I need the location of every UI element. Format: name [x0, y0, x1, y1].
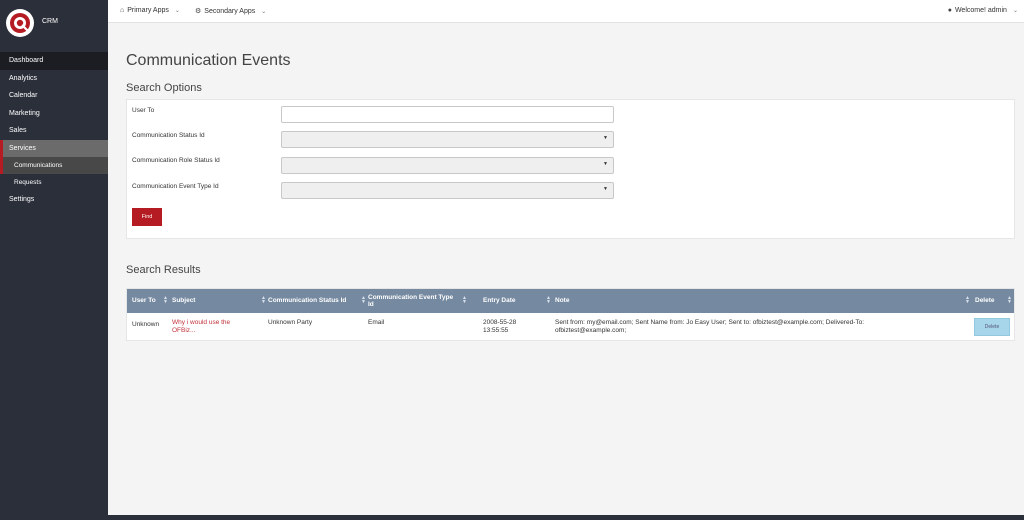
communication-event-type-id-select[interactable]: ▼	[281, 182, 614, 199]
sidebar: CRM Dashboard Analytics Calendar Marketi…	[0, 0, 108, 520]
brand[interactable]: CRM	[0, 0, 108, 46]
sidebar-nav: Dashboard Analytics Calendar Marketing S…	[0, 52, 108, 209]
communication-event-type-id-label: Communication Event Type Id	[132, 183, 219, 190]
column-header-entry-date[interactable]: Entry Date ▲ ▼	[483, 289, 553, 313]
column-header-label: Note	[555, 297, 570, 305]
sort-icon: ▲ ▼	[1007, 295, 1012, 305]
column-header-label: Communication Event Type Id	[368, 293, 454, 309]
delete-button[interactable]: Delete	[974, 318, 1010, 336]
sidebar-item-services[interactable]: Services	[0, 139, 108, 157]
column-header-note[interactable]: Note ▲ ▼	[555, 289, 972, 313]
page-title: Communication Events	[126, 52, 291, 69]
primary-apps-label: Primary Apps	[127, 7, 169, 14]
search-options-panel: User To Communication Status Id ▼ Commun…	[126, 99, 1015, 239]
sort-icon: ▲ ▼	[965, 295, 970, 305]
secondary-apps-menu[interactable]: ⚙ Secondary Apps ⌄	[195, 7, 267, 16]
communication-status-id-label: Communication Status Id	[132, 132, 205, 139]
sort-icon: ▲ ▼	[361, 295, 366, 305]
sidebar-item-marketing[interactable]: Marketing	[0, 105, 108, 123]
sidebar-subitem-requests[interactable]: Requests	[0, 174, 108, 191]
caret-down-icon: ▼	[603, 186, 608, 192]
top-bar: ⌂ Primary Apps ⌄ ⚙ Secondary Apps ⌄ ● We…	[108, 0, 1024, 23]
sidebar-item-settings[interactable]: Settings	[0, 191, 108, 209]
chevron-down-icon: ⌄	[174, 8, 180, 14]
cell-status: Unknown Party	[268, 319, 313, 326]
column-header-user-to[interactable]: User To ▲ ▼	[132, 289, 170, 313]
sort-icon: ▲ ▼	[462, 295, 467, 305]
home-icon: ⌂	[120, 7, 125, 14]
sort-icon: ▲ ▼	[163, 295, 168, 305]
table-header: User To ▲ ▼ Subject ▲ ▼ Communication Stat…	[127, 289, 1014, 313]
cell-entry-date: 2008-55-28 13:55:55	[483, 319, 517, 334]
sidebar-item-calendar[interactable]: Calendar	[0, 87, 108, 105]
primary-apps-menu[interactable]: ⌂ Primary Apps ⌄	[120, 7, 180, 14]
chevron-down-icon: ⌄	[261, 8, 267, 15]
user-to-input[interactable]	[281, 106, 614, 123]
column-header-subject[interactable]: Subject ▲ ▼	[172, 289, 268, 313]
column-header-label: Delete	[975, 297, 995, 305]
communication-role-status-id-select[interactable]: ▼	[281, 157, 614, 174]
column-header-label: Entry Date	[483, 297, 516, 305]
column-header-delete[interactable]: Delete ▲ ▼	[975, 289, 1014, 313]
gear-icon: ⚙	[195, 8, 202, 15]
sidebar-item-sales[interactable]: Sales	[0, 122, 108, 140]
column-header-communication-status-id[interactable]: Communication Status Id ▲ ▼	[268, 289, 368, 313]
column-header-label: Subject	[172, 297, 196, 305]
chevron-down-icon: ⌄	[1012, 8, 1018, 14]
communication-status-id-select[interactable]: ▼	[281, 131, 614, 148]
cell-event-type: Email	[368, 319, 385, 326]
search-results-table: User To ▲ ▼ Subject ▲ ▼ Communication Stat…	[126, 288, 1015, 341]
crm-logo-icon	[6, 9, 34, 37]
sort-icon: ▲ ▼	[261, 295, 266, 305]
footer-bar	[108, 515, 1024, 520]
sidebar-item-dashboard[interactable]: Dashboard	[0, 52, 108, 70]
find-button[interactable]: Find	[132, 208, 162, 226]
column-header-label: User To	[132, 297, 156, 305]
sidebar-subitem-communications[interactable]: Communications	[0, 157, 108, 174]
cell-note: Sent from: my@email.com; Sent Name from:…	[555, 319, 865, 334]
cell-subject-link[interactable]: Why i would use the OFBiz...	[172, 319, 252, 335]
search-results-heading: Search Results	[126, 264, 201, 276]
sidebar-item-analytics[interactable]: Analytics	[0, 70, 108, 88]
column-header-label: Communication Status Id	[268, 297, 347, 305]
sort-icon: ▲ ▼	[546, 295, 551, 305]
column-header-communication-event-type-id[interactable]: Communication Event Type Id ▲ ▼	[368, 289, 469, 313]
user-to-label: User To	[132, 107, 155, 114]
caret-down-icon: ▼	[603, 161, 608, 167]
user-icon: ●	[947, 7, 952, 14]
cell-user-to: Unknown	[132, 321, 160, 328]
communication-role-status-id-label: Communication Role Status Id	[132, 157, 220, 164]
caret-down-icon: ▼	[603, 135, 608, 141]
search-options-heading: Search Options	[126, 82, 202, 94]
secondary-apps-label: Secondary Apps	[204, 7, 256, 15]
user-welcome-label: Welcome! admin	[954, 7, 1007, 14]
user-menu[interactable]: ● Welcome! admin ⌄	[948, 7, 1018, 14]
app-name: CRM	[42, 17, 58, 25]
